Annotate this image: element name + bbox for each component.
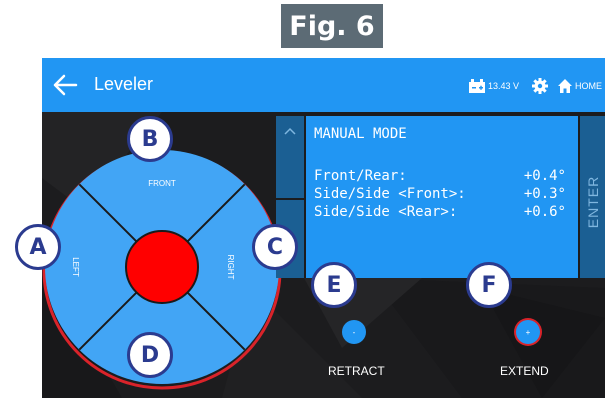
callout-a: A (15, 224, 61, 270)
reading-side-front: Side/Side <Front>: +0.3° (314, 186, 574, 204)
reading-front-rear: Front/Rear: +0.4° (314, 168, 574, 186)
reading-value: +0.6° (523, 204, 566, 220)
enter-label: ENTER (585, 175, 601, 229)
callout-d: D (127, 332, 173, 378)
mode-panel: MANUAL MODE Front/Rear: +0.4° Side/Side … (306, 116, 578, 278)
chevron-up-icon (284, 127, 296, 135)
extend-label: EXTEND (500, 364, 549, 378)
reading-value: +0.3° (523, 186, 566, 202)
extend-button[interactable]: + (516, 320, 540, 344)
retract-label: RETRACT (328, 364, 385, 378)
enter-button[interactable]: ENTER (580, 116, 605, 278)
reading-label: Side/Side <Front>: (314, 186, 466, 202)
mode-title: MANUAL MODE (314, 126, 407, 142)
reading-label: Front/Rear: (314, 168, 407, 184)
callout-f: F (466, 262, 512, 308)
up-button[interactable] (276, 116, 304, 198)
device-screen: Leveler 13.43 V HOME MANUAL MODE Front/R… (42, 58, 605, 398)
retract-button[interactable]: - (342, 320, 366, 344)
callout-b: B (127, 116, 173, 162)
reading-value: +0.4° (523, 168, 566, 184)
figure-caption: Fig. 6 (281, 4, 383, 48)
callout-e: E (311, 262, 357, 308)
reading-label: Side/Side <Rear>: (314, 204, 458, 220)
callout-c: C (252, 224, 298, 270)
reading-side-rear: Side/Side <Rear>: +0.6° (314, 204, 574, 222)
